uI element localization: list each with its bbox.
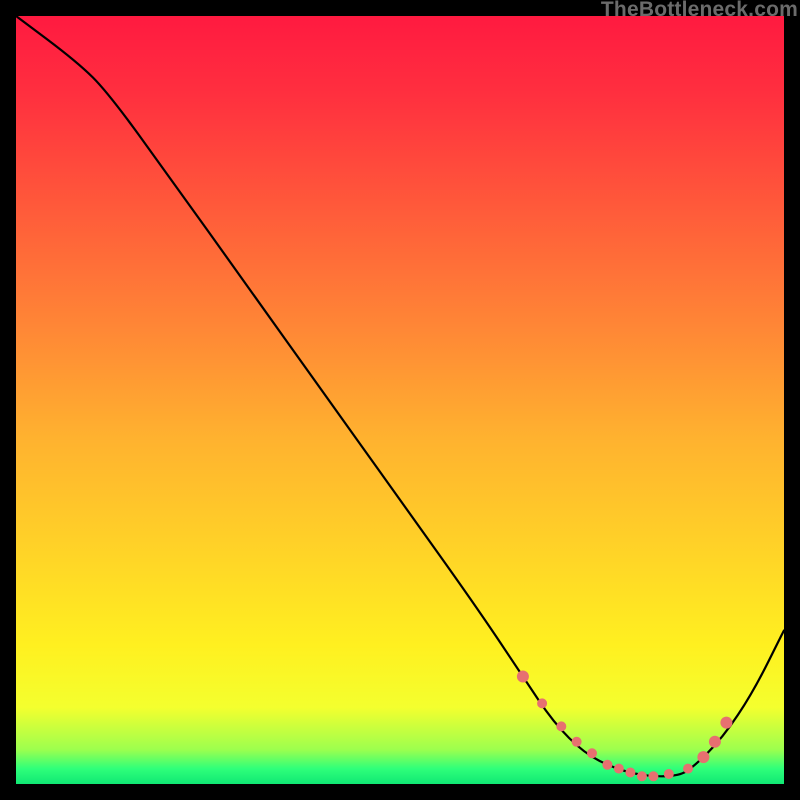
valley-dot bbox=[664, 769, 674, 779]
valley-dot bbox=[683, 764, 693, 774]
valley-dot bbox=[709, 736, 721, 748]
valley-dot bbox=[556, 721, 566, 731]
valley-dot bbox=[517, 671, 529, 683]
valley-dot bbox=[572, 737, 582, 747]
gradient-background bbox=[16, 16, 784, 784]
watermark-text: TheBottleneck.com bbox=[601, 0, 798, 22]
valley-dot bbox=[587, 748, 597, 758]
valley-dot bbox=[614, 764, 624, 774]
valley-dot bbox=[648, 771, 658, 781]
valley-dot bbox=[537, 698, 547, 708]
valley-dot bbox=[625, 768, 635, 778]
valley-dot bbox=[637, 771, 647, 781]
valley-dot bbox=[720, 717, 732, 729]
bottleneck-chart bbox=[16, 16, 784, 784]
valley-dot bbox=[602, 760, 612, 770]
chart-container: TheBottleneck.com bbox=[0, 0, 800, 800]
valley-dot bbox=[697, 751, 709, 763]
